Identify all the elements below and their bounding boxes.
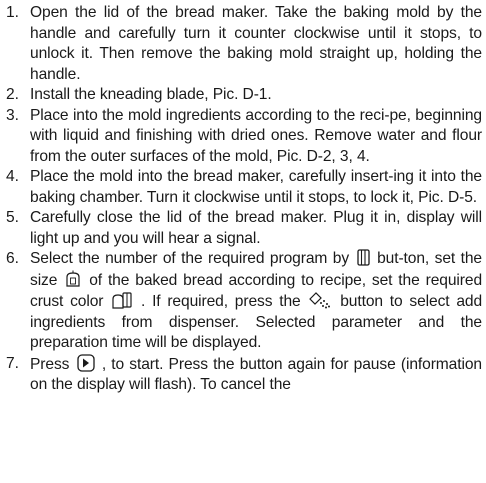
step-number: 2. (6, 86, 19, 103)
step-number: 7. (6, 354, 19, 372)
step-text: Place into the mold ingredients accordin… (30, 106, 482, 165)
instruction-page: 1. Open the lid of the bread maker. Take… (0, 0, 486, 483)
step-number: 6. (6, 250, 19, 267)
step-text: Place the mold into the bread maker, car… (30, 168, 482, 206)
list-item: 5. Carefully close the lid of the bread … (4, 208, 482, 249)
list-item: 4. Place the mold into the bread maker, … (4, 167, 482, 208)
step-number: 3. (6, 106, 19, 124)
step-text: Carefully close the lid of the bread mak… (30, 209, 482, 247)
list-item: 2. Install the kneading blade, Pic. D-1. (4, 85, 482, 106)
list-item: 7. Press , to start. Press the button ag… (4, 353, 482, 396)
step-text: . If required, press the (141, 293, 301, 310)
step-number: 5. (6, 209, 19, 226)
step-text: Open the lid of the bread maker. Take th… (30, 4, 482, 83)
crust-color-icon (112, 291, 132, 309)
step-text: , to start. Press the button again for p… (30, 355, 482, 394)
list-item: 3. Place into the mold ingredients accor… (4, 106, 482, 168)
step-text: Select the number of the required progra… (30, 250, 350, 267)
step-text: Install the kneading blade, Pic. D-1. (30, 86, 272, 103)
menu-button-icon (356, 249, 370, 266)
loaf-size-icon (65, 270, 81, 288)
step-number: 4. (6, 168, 19, 185)
dispenser-icon (309, 292, 331, 309)
instruction-list: 1. Open the lid of the bread maker. Take… (4, 3, 482, 396)
step-text: Press (30, 355, 70, 373)
list-item: 6. Select the number of the required pro… (4, 249, 482, 354)
list-item: 1. Open the lid of the bread maker. Take… (4, 3, 482, 85)
step-number: 1. (6, 4, 19, 21)
start-pause-icon (76, 353, 95, 372)
